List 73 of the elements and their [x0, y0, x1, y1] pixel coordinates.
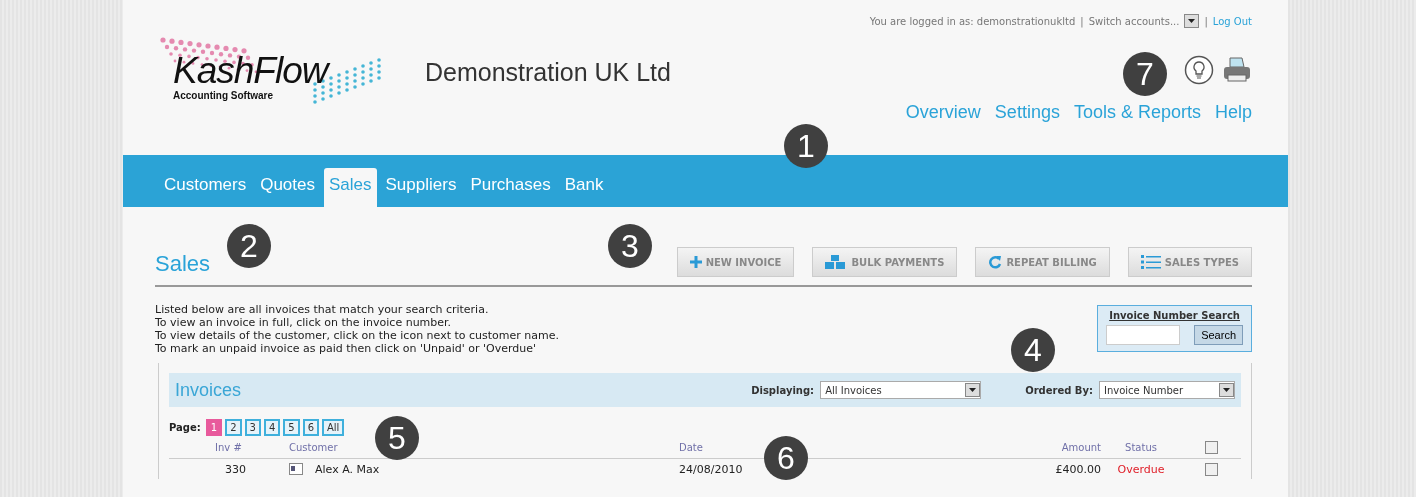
column-header[interactable]: Inv #: [215, 441, 242, 453]
nav-tab[interactable]: Suppliers: [380, 168, 462, 207]
instruction-text: To mark an unpaid invoice as paid then click on 'Unpaid' or 'Overdue': [155, 342, 538, 355]
printer-icon[interactable]: [1222, 56, 1252, 84]
select-all-checkbox[interactable]: [1204, 440, 1218, 454]
instruction-text: To view details of the customer, click on the icon next to customer name.: [155, 329, 559, 342]
nav-tab[interactable]: Bank: [559, 168, 609, 207]
callout-badge: 3: [608, 224, 652, 268]
nav-tab[interactable]: Customers: [159, 168, 252, 207]
top-nav-link[interactable]: Settings: [994, 102, 1060, 123]
separator-text: |: [1080, 15, 1084, 27]
nav-tab[interactable]: Purchases: [465, 168, 556, 207]
blocks-icon: [825, 255, 848, 269]
date-cell-text: 24/08/2010: [679, 462, 744, 476]
column-header[interactable]: Status: [1125, 441, 1157, 453]
column-header[interactable]: Date: [679, 441, 703, 453]
plus-icon: [689, 256, 702, 268]
customer-text: Alex A. Max: [315, 462, 380, 476]
column-header[interactable]: Customer: [289, 441, 338, 453]
page-link[interactable]: 1: [205, 419, 223, 436]
ordered-by-dropdown[interactable]: Invoice Number: [1099, 381, 1235, 399]
nav-tab[interactable]: Quotes: [255, 168, 320, 207]
repeat-icon: [988, 255, 1003, 269]
page-link[interactable]: 2: [225, 419, 242, 436]
ordered-by-label: Ordered By:: [1025, 384, 1093, 396]
contact-card-icon[interactable]: [289, 463, 303, 475]
top-nav-link[interactable]: Help: [1214, 102, 1252, 123]
callout-badge: 2: [227, 224, 271, 268]
caret-icon: [1223, 388, 1230, 392]
invoice-number[interactable]: 330: [215, 462, 289, 476]
page-link[interactable]: 6: [302, 419, 319, 436]
panel-title: Invoices: [175, 379, 243, 401]
caret-icon: [1188, 19, 1196, 23]
page-label: Page:: [169, 422, 201, 433]
kashflow-logo: KashFlow Accounting Software: [155, 32, 395, 112]
column-header[interactable]: Amount: [1061, 441, 1101, 453]
callout-badge: 4: [1011, 328, 1055, 372]
callout-badge: 5: [375, 416, 419, 460]
page-link[interactable]: 3: [244, 419, 261, 436]
row-checkbox[interactable]: [1204, 462, 1218, 476]
toolbar-button[interactable]: REPEAT BILLING: [975, 247, 1110, 277]
instruction-text: Listed below are all invoices that match your search criteria.: [155, 303, 490, 316]
top-nav-link[interactable]: Overview: [905, 102, 981, 123]
company-name: Demonstration UK Ltd: [425, 57, 671, 87]
page-link[interactable]: All: [322, 419, 345, 436]
top-nav-link[interactable]: Tools & Reports: [1073, 102, 1201, 123]
search-panel-title: Invoice Number Search: [1108, 310, 1241, 321]
page-link[interactable]: 4: [263, 419, 281, 436]
callout-badge: 1: [784, 124, 828, 168]
amount-cell-text: £400.00: [1054, 462, 1101, 476]
nav-tab[interactable]: Sales: [324, 168, 377, 207]
separator-text: |: [1204, 15, 1208, 27]
toolbar-button[interactable]: SALES TYPES: [1127, 247, 1252, 277]
list-icon: [1140, 255, 1161, 269]
page-title: Sales: [155, 251, 211, 277]
displaying-dropdown[interactable]: All Invoices: [820, 381, 982, 399]
callout-badge: 6: [764, 436, 808, 480]
page-link[interactable]: 5: [283, 419, 300, 436]
callout-badge: 7: [1123, 52, 1167, 96]
log-out-link[interactable]: Log Out: [1212, 15, 1252, 27]
invoice-number-field[interactable]: [1106, 325, 1181, 345]
switch-accounts-label: Switch accounts...: [1088, 15, 1180, 27]
search-button[interactable]: Search: [1194, 325, 1243, 345]
status-link[interactable]: Overdue: [1101, 462, 1181, 476]
toolbar-button[interactable]: BULK PAYMENTS: [812, 247, 958, 277]
toolbar-button[interactable]: NEW INVOICE: [676, 247, 795, 277]
displaying-label: Displaying:: [751, 384, 815, 396]
lightbulb-icon[interactable]: [1184, 55, 1214, 85]
caret-icon: [969, 388, 977, 392]
login-status: You are logged in as: demonstrationukltd: [869, 15, 1076, 27]
instruction-text: To view an invoice in full, click on the invoice number.: [155, 316, 453, 329]
customer-name[interactable]: Alex A. Max: [289, 462, 679, 476]
switch-accounts-dropdown[interactable]: [1184, 14, 1200, 28]
